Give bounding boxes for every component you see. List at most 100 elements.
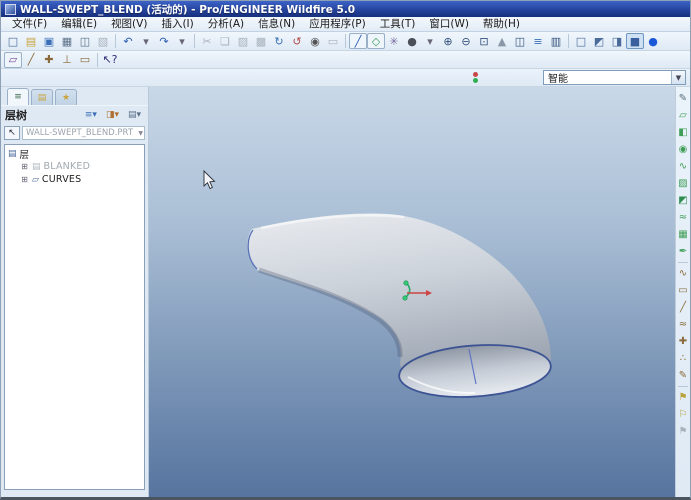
spline-icon[interactable]: ≈	[676, 316, 690, 333]
csys-display-icon[interactable]: ⊥	[58, 52, 76, 68]
layer-display-menu-button[interactable]: ◨▾	[103, 108, 122, 122]
layers-toggle-icon[interactable]: ≡	[529, 33, 547, 49]
plane-display-icon[interactable]: ▱	[4, 52, 22, 68]
menu-analysis[interactable]: 分析(A)	[201, 17, 251, 32]
no-hidden-display-icon[interactable]: ◨	[608, 33, 626, 49]
model-canvas	[149, 87, 675, 497]
active-model-combo[interactable]: WALL-SWEPT_BLEND.PRT ▼	[22, 126, 145, 140]
swept-blend-tool-icon[interactable]: ◩	[676, 192, 690, 209]
expand-icon[interactable]: ⊞	[20, 175, 29, 184]
regenerate-manager-icon[interactable]: ↺	[288, 33, 306, 49]
layer-tree-tools: ≡▾◨▾▤▾	[82, 108, 144, 122]
window-title: WALL-SWEPT_BLEND (活动的) - Pro/ENGINEER Wi…	[20, 2, 355, 17]
navigator-tabs: ≡▤★	[1, 87, 148, 105]
menu-insert[interactable]: 插入(I)	[154, 17, 200, 32]
print-preview-icon[interactable]: ◫	[76, 33, 94, 49]
undo-dropdown-icon[interactable]: ▾	[137, 33, 155, 49]
paste-icon[interactable]: ▨	[234, 33, 252, 49]
menu-help[interactable]: 帮助(H)	[476, 17, 527, 32]
paste-special-icon[interactable]: ▩	[252, 33, 270, 49]
layer-settings-menu-button[interactable]: ▤▾	[125, 108, 144, 122]
point-display-icon[interactable]: ✚	[40, 52, 58, 68]
flag-view-icon[interactable]: ⚐	[676, 406, 690, 423]
flag-note-icon[interactable]: ⚑	[676, 389, 690, 406]
context-help-icon[interactable]: ↖?	[101, 52, 119, 68]
redo-dropdown-icon[interactable]: ▾	[173, 33, 191, 49]
menu-edit[interactable]: 编辑(E)	[54, 17, 104, 32]
active-model-picker-button[interactable]: ↖	[4, 126, 20, 140]
spin-center-toggle-icon[interactable]: ✳	[385, 33, 403, 49]
datum-toolbar: ▱╱✚⊥▭ ↖?	[1, 51, 690, 69]
viewport[interactable]	[149, 87, 675, 497]
saved-views-icon[interactable]: ◫	[511, 33, 529, 49]
redo-icon[interactable]: ↷	[155, 33, 173, 49]
curve-edit-icon[interactable]: ✎	[676, 367, 690, 384]
shaded-sphere-icon[interactable]: ●	[403, 33, 421, 49]
refit-icon[interactable]: ⊡	[475, 33, 493, 49]
copy-icon[interactable]: ❏	[216, 33, 234, 49]
title-bar: WALL-SWEPT_BLEND (活动的) - Pro/ENGINEER Wi…	[1, 1, 690, 17]
menu-window[interactable]: 窗口(W)	[422, 17, 476, 32]
spin-center-ball-icon[interactable]: ●	[644, 33, 662, 49]
sketch-line-icon[interactable]: ╱	[676, 299, 690, 316]
layer-label-blanked: BLANKED	[44, 161, 91, 172]
layer-tree-header: 层树 ≡▾◨▾▤▾	[1, 105, 148, 124]
toolbar-separator	[97, 53, 98, 67]
annotation-display-icon[interactable]: ▭	[76, 52, 94, 68]
helical-sweep-tool-icon[interactable]: ≈	[676, 209, 690, 226]
hidden-line-display-icon[interactable]: ◩	[590, 33, 608, 49]
wireframe-display-icon[interactable]: □	[572, 33, 590, 49]
sphere-dropdown-icon[interactable]: ▾	[421, 33, 439, 49]
zoom-out-icon[interactable]: ⊖	[457, 33, 475, 49]
redraw-icon[interactable]: ╱	[349, 33, 367, 49]
datum-curve-icon[interactable]: ∿	[676, 265, 690, 282]
menu-info[interactable]: 信息(N)	[251, 17, 302, 32]
favorites-tab[interactable]: ★	[55, 89, 77, 105]
menu-view[interactable]: 视图(V)	[104, 17, 154, 32]
layer-stack-menu-button[interactable]: ≡▾	[82, 108, 100, 122]
point-array-icon[interactable]: ∴	[676, 350, 690, 367]
selection-filter-combo[interactable]: 智能 ▼	[543, 70, 686, 85]
regenerate-icon[interactable]: ↻	[270, 33, 288, 49]
undo-icon[interactable]: ↶	[119, 33, 137, 49]
folder-browser-tab[interactable]: ▤	[31, 89, 53, 105]
sketch-rect-icon[interactable]: ▭	[676, 282, 690, 299]
feature-toolbar: ✎▱◧◉∿▨◩≈▦✒∿▭╱≈✚∴✎⚑⚐⚑	[675, 87, 690, 497]
expand-icon[interactable]: ⊞	[20, 162, 29, 171]
sketch-tool-icon[interactable]: ✎	[676, 90, 690, 107]
datum-plane-tool-icon[interactable]: ▱	[676, 107, 690, 124]
axis-display-icon[interactable]: ╱	[22, 52, 40, 68]
main-area: ≡▤★ 层树 ≡▾◨▾▤▾ ↖ WALL-SWEPT_BLEND.PRT ▼ ▤…	[1, 87, 690, 497]
chevron-down-icon[interactable]: ▼	[138, 130, 143, 137]
model-tree-tab[interactable]: ≡	[7, 88, 29, 105]
flag-hidden-icon[interactable]: ⚑	[676, 423, 690, 440]
tree-row-root[interactable]: ▤ 层	[8, 147, 144, 160]
cut-icon[interactable]: ✂	[198, 33, 216, 49]
new-file-icon[interactable]: □	[4, 33, 22, 49]
datum-point-icon[interactable]: ✚	[676, 333, 690, 350]
publish-icon[interactable]: ▧	[94, 33, 112, 49]
tree-row-curves[interactable]: ⊞ ▱ CURVES	[8, 173, 144, 186]
layer-tree-title: 层树	[5, 107, 27, 123]
menu-applications[interactable]: 应用程序(P)	[302, 17, 373, 32]
extrude-tool-icon[interactable]: ◧	[676, 124, 690, 141]
shaded-display-icon[interactable]: ■	[626, 33, 644, 49]
menu-file[interactable]: 文件(F)	[5, 17, 54, 32]
menu-tools[interactable]: 工具(T)	[373, 17, 423, 32]
chevron-down-icon[interactable]: ▼	[671, 71, 685, 84]
find-icon[interactable]: ◉	[306, 33, 324, 49]
print-icon[interactable]: ▦	[58, 33, 76, 49]
zoom-in-icon[interactable]: ⊕	[439, 33, 457, 49]
tree-row-blanked[interactable]: ⊞ ▤ BLANKED	[8, 160, 144, 173]
orient-mode-icon[interactable]: ▲	[493, 33, 511, 49]
sweep-tool-icon[interactable]: ∿	[676, 158, 690, 175]
style-tool-icon[interactable]: ✒	[676, 243, 690, 260]
select-box-icon[interactable]: ▭	[324, 33, 342, 49]
view-manager-icon[interactable]: ▥	[547, 33, 565, 49]
open-file-icon[interactable]: ▤	[22, 33, 40, 49]
datum-display-icon[interactable]: ◇	[367, 33, 385, 49]
revolve-tool-icon[interactable]: ◉	[676, 141, 690, 158]
blend-tool-icon[interactable]: ▨	[676, 175, 690, 192]
save-icon[interactable]: ▣	[40, 33, 58, 49]
boundary-blend-tool-icon[interactable]: ▦	[676, 226, 690, 243]
